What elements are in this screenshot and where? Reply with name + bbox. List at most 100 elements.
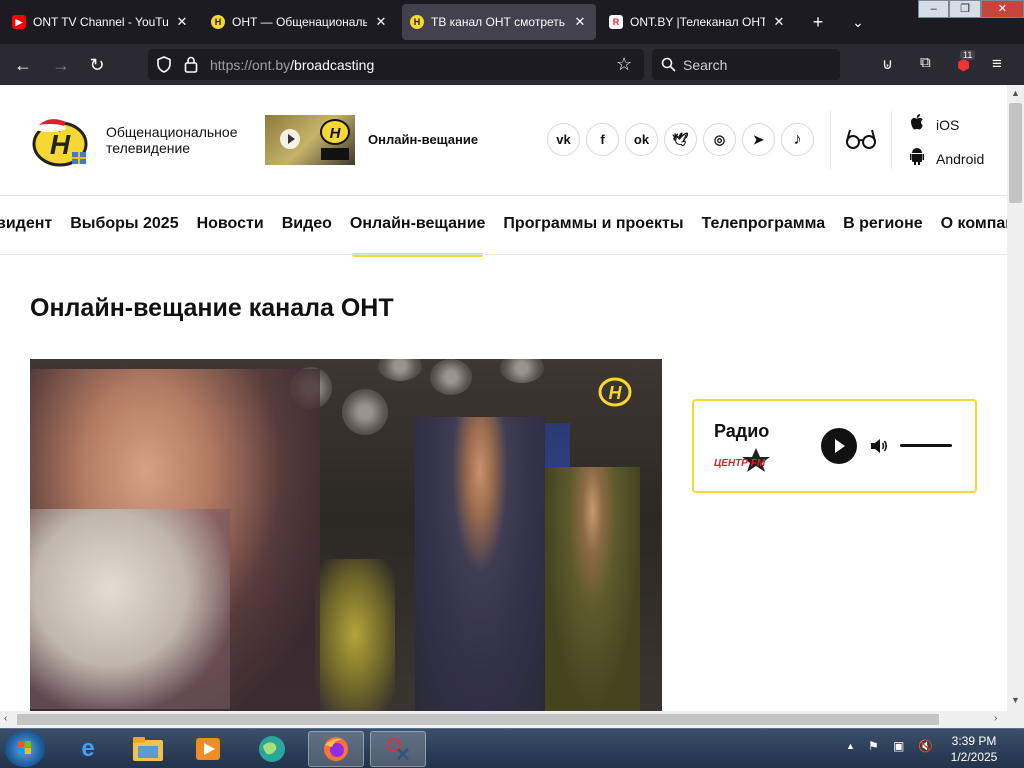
search-placeholder: Search — [683, 57, 728, 73]
close-icon[interactable]: ✕ — [373, 14, 389, 30]
system-clock[interactable]: 3:39 PM 1/2/2025 — [946, 733, 1002, 765]
shield-icon[interactable] — [156, 56, 172, 73]
close-icon[interactable]: ✕ — [771, 14, 787, 30]
tab-strip: ▶ ONT TV Channel - YouTube ✕ Н ОНТ — Общ… — [0, 0, 1024, 44]
scrollbar-thumb[interactable] — [17, 714, 939, 725]
clock-date: 1/2/2025 — [950, 750, 998, 764]
menu-item-live[interactable]: Онлайн-вещание — [350, 215, 485, 257]
close-icon[interactable]: ✕ — [572, 14, 588, 30]
menu-divider — [0, 254, 1007, 255]
music-icon[interactable]: ♪ — [781, 123, 814, 156]
back-arrow-icon[interactable]: ← — [10, 52, 36, 78]
new-tab-plus-icon[interactable]: + — [806, 10, 830, 34]
ont-logo[interactable]: H — [30, 112, 94, 168]
scroll-down-icon[interactable]: ▼ — [1011, 695, 1020, 705]
start-button[interactable] — [5, 731, 45, 767]
tab-ont-main[interactable]: Н ОНТ — Общенациональ ✕ — [203, 4, 397, 40]
menu-item-programs[interactable]: Программы и проекты — [503, 215, 683, 233]
bookmark-star-icon[interactable]: ☆ — [616, 54, 632, 75]
action-center-flag-icon[interactable]: ⚑ — [868, 739, 879, 753]
vertical-scrollbar[interactable]: ▲ ▼ — [1007, 85, 1024, 711]
reload-icon[interactable]: ↻ — [84, 52, 110, 78]
tab-ontby[interactable]: R ONT.BY |Телеканал ОНТ о ✕ — [601, 4, 795, 40]
tab-title: ОНТ — Общенациональ — [232, 15, 367, 29]
vk-icon[interactable]: vk — [547, 123, 580, 156]
radio-play-button[interactable] — [821, 428, 857, 464]
minimize-icon[interactable]: – — [918, 0, 950, 18]
svg-text:H: H — [50, 129, 71, 160]
page-title: Онлайн-вещание канала ОНТ — [30, 294, 394, 322]
ios-app-link[interactable]: iOS — [908, 112, 959, 137]
live-broadcast-link[interactable]: Онлайн-вещание — [368, 132, 478, 147]
menu-item-tv-guide[interactable]: Телепрограмма — [701, 215, 825, 233]
volume-icon[interactable] — [869, 436, 889, 456]
close-icon[interactable]: ✕ — [174, 14, 190, 30]
scroll-up-icon[interactable]: ▲ — [1011, 88, 1020, 98]
volume-muted-icon[interactable]: 🔇 — [918, 739, 933, 753]
snipping-tool-icon[interactable] — [370, 731, 426, 767]
extension-badge: 11 — [960, 50, 976, 60]
live-stream-thumbnail[interactable]: H — [265, 115, 355, 165]
maximize-icon[interactable]: ❐ — [949, 0, 981, 18]
pocket-icon[interactable]: ⊍ — [882, 55, 893, 73]
internet-explorer-icon[interactable]: e — [60, 731, 116, 767]
telegram-icon[interactable]: ➤ — [742, 123, 775, 156]
menu-item-video[interactable]: Видео — [282, 215, 332, 233]
extensions-puzzle-icon[interactable]: ⧉ — [920, 54, 931, 71]
tab-title: ONT TV Channel - YouTube — [33, 15, 168, 29]
accessibility-glasses-icon[interactable] — [845, 127, 877, 149]
twitter-icon[interactable]: 🕊 — [664, 123, 697, 156]
tab-list-chevron-down-icon[interactable]: ⌄ — [846, 10, 870, 34]
ont-logo-icon: H — [320, 119, 350, 160]
window-controls: – ❐ ✕ — [918, 0, 1024, 20]
tab-title: ONT.BY |Телеканал ОНТ о — [630, 15, 765, 29]
forward-arrow-icon[interactable]: → — [48, 52, 74, 78]
scrollbar-thumb[interactable] — [1009, 103, 1022, 203]
horizontal-scrollbar[interactable]: ‹ › — [0, 711, 1024, 728]
odnoklassniki-icon[interactable]: ok — [625, 123, 658, 156]
tray-expand-icon[interactable]: ▲ — [846, 741, 855, 751]
header-divider — [891, 111, 892, 169]
instagram-icon[interactable]: ◎ — [703, 123, 736, 156]
video-player[interactable]: H — [30, 359, 662, 711]
menu-item-news[interactable]: Новости — [197, 215, 264, 233]
media-player-icon[interactable] — [180, 731, 236, 767]
video-frame-detail — [342, 389, 388, 435]
play-icon — [280, 129, 300, 149]
video-frame-detail — [315, 559, 395, 711]
tab-ont-broadcast[interactable]: Н ТВ канал ОНТ смотреть | ✕ — [402, 4, 596, 40]
menu-item-region[interactable]: В регионе — [843, 215, 923, 233]
hamburger-menu-icon[interactable]: ≡ — [992, 54, 1002, 74]
scroll-left-icon[interactable]: ‹ — [4, 713, 7, 724]
windows-logo-icon — [18, 741, 31, 754]
main-menu: видент Выборы 2025 Новости Видео Онлайн-… — [0, 215, 1007, 257]
centr-fm-logo-text: ЦЕНТР FM — [714, 458, 766, 469]
lock-icon[interactable] — [184, 56, 198, 73]
ont-logo-icon: Н — [410, 15, 424, 29]
url-bar[interactable]: https://ont.by/broadcasting ☆ — [148, 49, 644, 80]
android-app-link[interactable]: Android — [908, 146, 984, 171]
globe-app-icon[interactable] — [244, 731, 300, 767]
url-host: https://ont.by — [210, 57, 291, 73]
header-divider — [830, 111, 831, 169]
android-label: Android — [936, 150, 985, 167]
menu-item-president[interactable]: видент — [0, 215, 52, 233]
tab-title: ТВ канал ОНТ смотреть | — [431, 15, 566, 29]
menu-item-elections[interactable]: Выборы 2025 — [70, 215, 178, 233]
ios-label: iOS — [936, 116, 960, 133]
search-input[interactable]: Search — [652, 49, 840, 80]
scroll-right-icon[interactable]: › — [994, 713, 997, 724]
file-explorer-icon[interactable] — [120, 731, 176, 767]
facebook-icon[interactable]: f — [586, 123, 619, 156]
youtube-icon: ▶ — [12, 15, 26, 29]
window-close-icon[interactable]: ✕ — [980, 0, 1024, 18]
firefox-icon[interactable] — [308, 731, 364, 767]
web-page: H Общенациональное телевидение H Онлайн-… — [0, 85, 1007, 711]
r-logo-icon: R — [609, 15, 623, 29]
tab-youtube[interactable]: ▶ ONT TV Channel - YouTube ✕ — [4, 4, 198, 40]
apple-icon — [908, 112, 928, 137]
menu-item-about[interactable]: О компании — [941, 215, 1007, 233]
android-icon — [908, 146, 928, 171]
network-icon[interactable]: ▣ — [893, 739, 904, 753]
volume-slider[interactable] — [900, 444, 952, 447]
